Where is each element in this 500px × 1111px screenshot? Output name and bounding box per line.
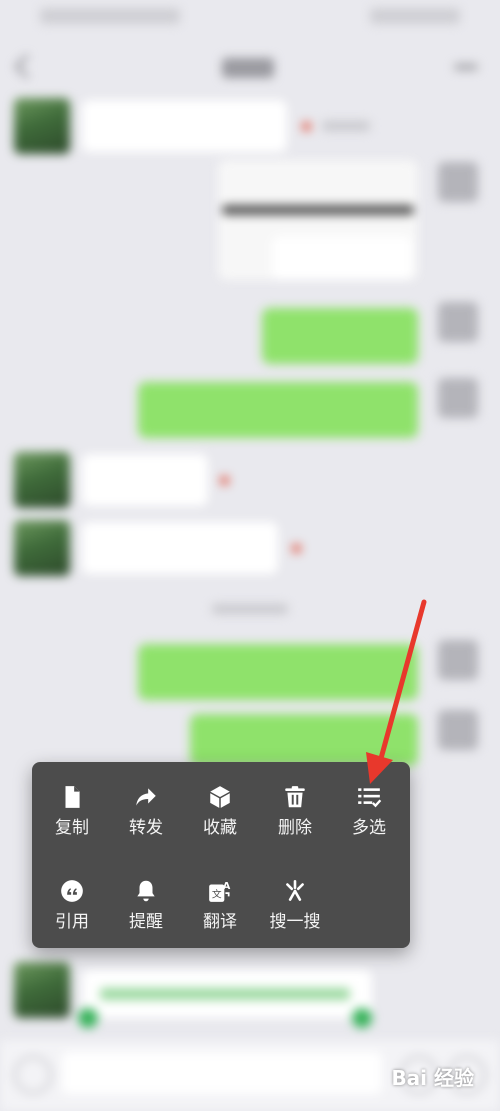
multi-select-icon [358, 788, 382, 808]
forward-icon [136, 788, 156, 806]
avatar[interactable] [438, 640, 478, 680]
unread-dot [292, 544, 301, 553]
voice-icon[interactable] [14, 1056, 52, 1094]
message-context-menu: 复制 转发 收藏 删除 多选 引用 提醒 文 A 翻译 搜一搜 [32, 762, 410, 948]
avatar[interactable] [14, 962, 70, 1018]
message-bubble[interactable] [82, 100, 287, 152]
message-bubble[interactable] [262, 308, 418, 364]
message-bubble[interactable] [272, 236, 412, 280]
copy-icon [65, 786, 80, 808]
quote-label: 引用 [55, 912, 89, 932]
avatar[interactable] [14, 520, 70, 576]
back-icon[interactable] [14, 54, 39, 79]
unread-dot [302, 122, 311, 131]
search-button[interactable]: 搜一搜 [258, 878, 332, 948]
avatar[interactable] [14, 98, 70, 154]
translate-label: 翻译 [203, 912, 237, 932]
multi-select-label: 多选 [352, 818, 386, 838]
copy-button[interactable]: 复制 [35, 784, 109, 854]
translate-button[interactable]: 文 A 翻译 [183, 878, 257, 948]
chat-title [222, 58, 274, 78]
message-bubble[interactable] [82, 454, 208, 506]
message-bubble[interactable] [190, 714, 418, 766]
watermark: Bai 经验 [391, 1066, 474, 1090]
quote-icon [61, 880, 83, 902]
message-input[interactable] [62, 1052, 382, 1094]
timestamp [212, 604, 288, 614]
forward-button[interactable]: 转发 [109, 784, 183, 854]
forward-label: 转发 [129, 818, 163, 838]
remind-label: 提醒 [129, 912, 163, 932]
status-bar [40, 8, 460, 28]
multi-select-button[interactable]: 多选 [332, 784, 406, 854]
avatar[interactable] [438, 302, 478, 342]
avatar[interactable] [438, 378, 478, 418]
avatar[interactable] [14, 452, 70, 508]
avatar[interactable] [438, 710, 478, 750]
svg-text:A: A [223, 881, 231, 892]
favorite-button[interactable]: 收藏 [183, 784, 257, 854]
delete-button[interactable]: 删除 [258, 784, 332, 854]
quote-button[interactable]: 引用 [35, 878, 109, 948]
message-bubble[interactable] [138, 644, 418, 700]
message-bubble[interactable] [138, 382, 418, 438]
avatar[interactable] [438, 162, 478, 202]
favorite-icon [210, 786, 230, 808]
message-bubble[interactable] [82, 522, 278, 574]
delete-label: 删除 [278, 818, 312, 838]
copy-label: 复制 [55, 818, 89, 838]
translate-icon: 文 A [209, 881, 231, 902]
trash-icon [285, 786, 305, 808]
favorite-label: 收藏 [203, 818, 237, 838]
svg-text:文: 文 [212, 888, 222, 901]
more-icon[interactable] [454, 64, 478, 70]
search-sparkle-icon [286, 879, 304, 901]
remind-button[interactable]: 提醒 [109, 878, 183, 948]
unread-dot [220, 476, 229, 485]
bell-icon [137, 880, 155, 902]
search-label: 搜一搜 [269, 912, 321, 932]
